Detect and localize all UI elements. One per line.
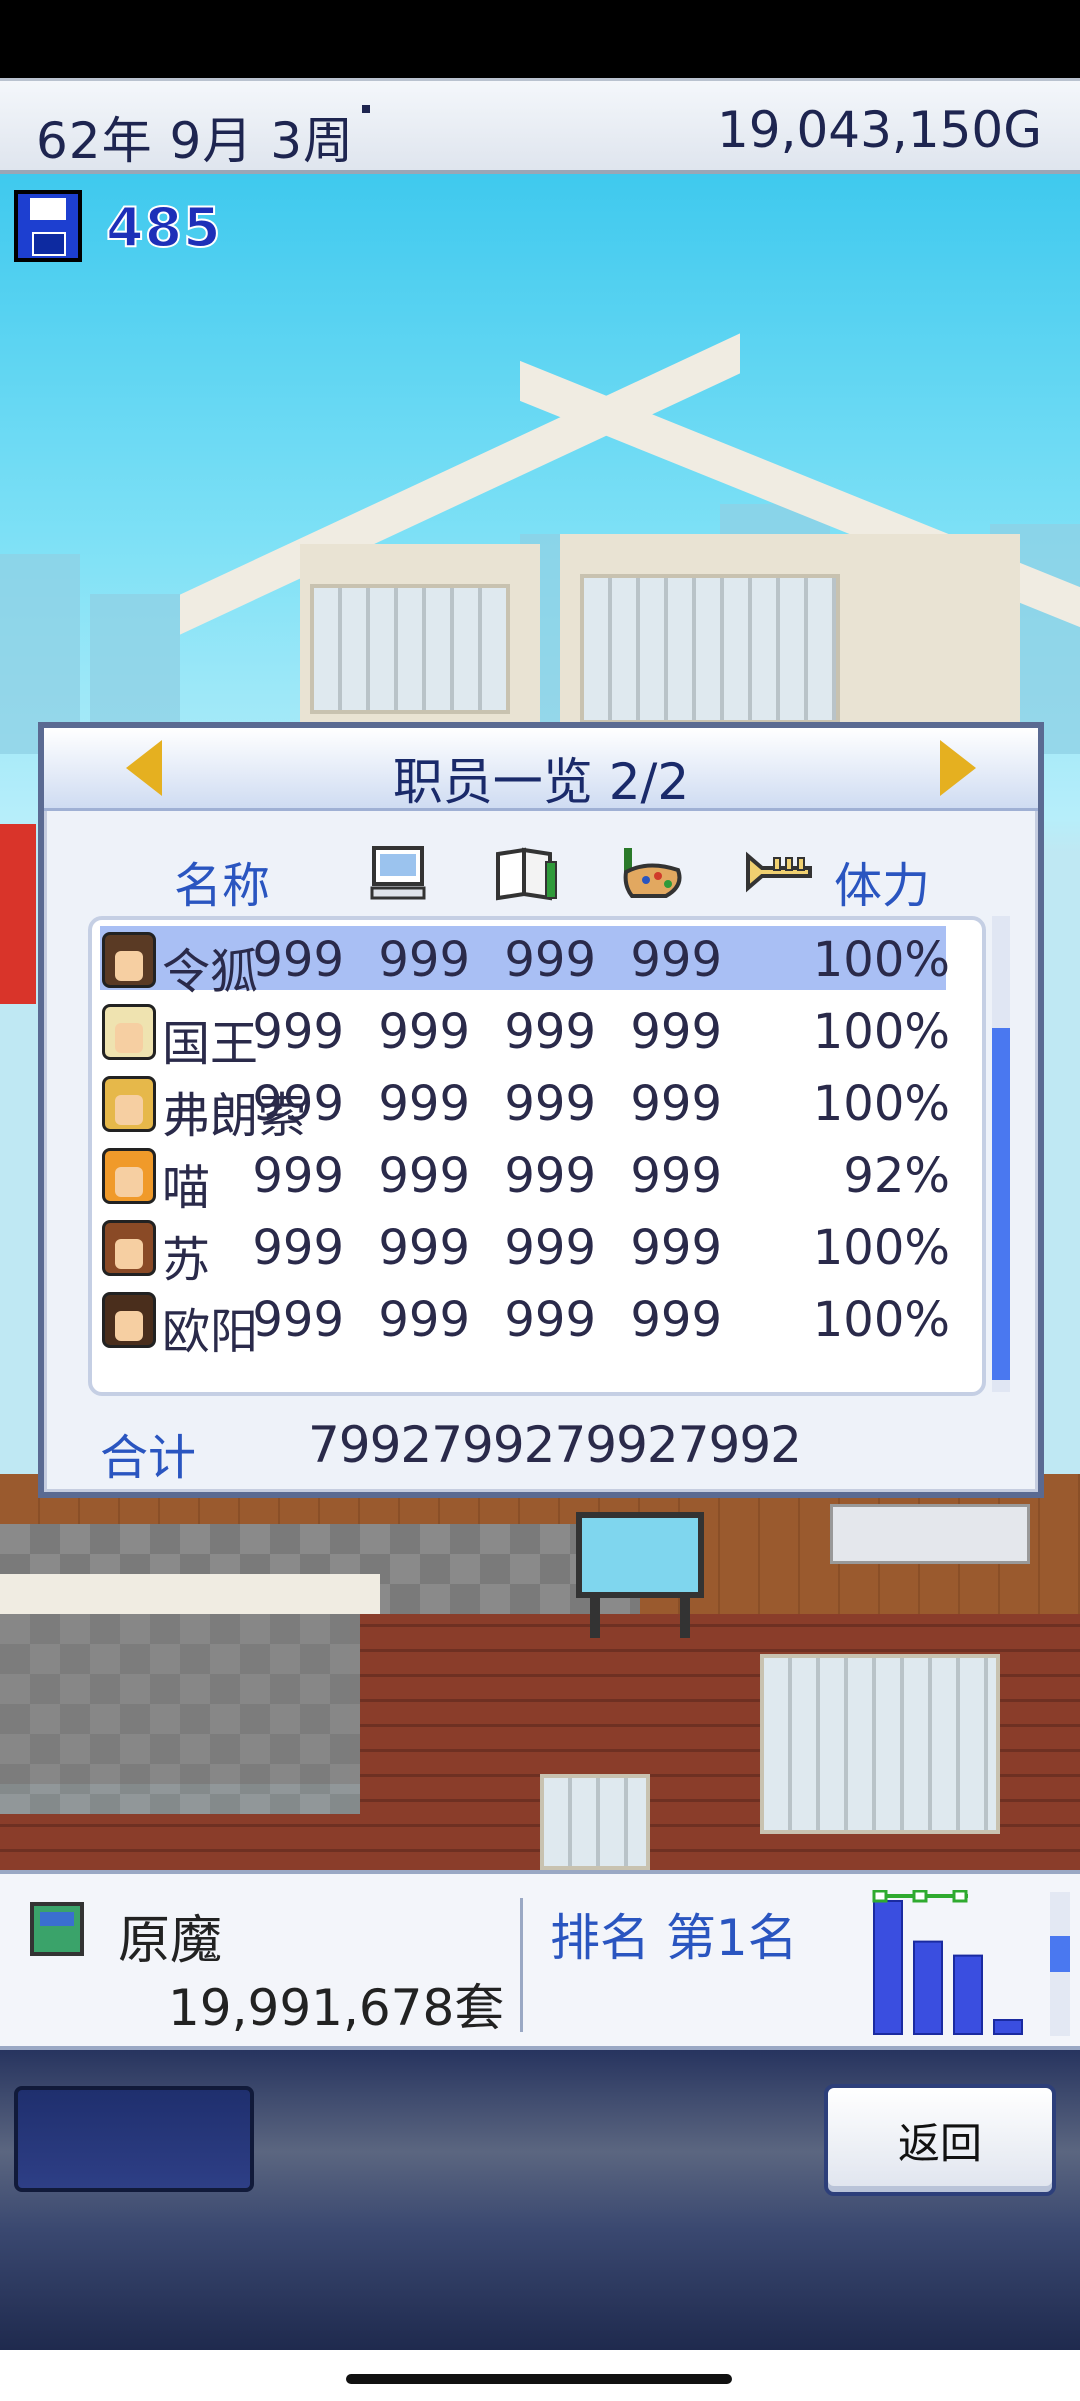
- menu-slot[interactable]: [14, 2086, 254, 2192]
- staff-avatar: [102, 1004, 156, 1060]
- staff-skill-value: 999: [504, 1292, 596, 1348]
- week-progress-dot: [362, 105, 370, 113]
- brick-wall: [0, 1814, 420, 1870]
- product-sales: 19,991,678套: [168, 1979, 505, 2037]
- money-amount: 19,043,150G: [716, 101, 1042, 159]
- game-cartridge-icon: [30, 1902, 84, 1956]
- staff-name: 喵: [162, 1160, 211, 1216]
- staff-avatar: [102, 1220, 156, 1276]
- building-window: [310, 584, 510, 714]
- staff-row[interactable]: 苏 999 999 999 999 100%: [100, 1214, 950, 1288]
- vending-machine: [0, 824, 36, 1004]
- ranking-marker: [872, 1890, 888, 1903]
- staff-name: 苏: [162, 1232, 211, 1288]
- staff-skill-value: 999: [252, 1292, 344, 1348]
- sales-mini-chart: [872, 1890, 1023, 2035]
- staff-skill-value: 999: [630, 1004, 722, 1060]
- staff-skill-value: 999: [504, 932, 596, 988]
- staff-stamina: 100%: [812, 1292, 950, 1348]
- staff-row[interactable]: 弗朗索 999 999 999 999 100%: [100, 1070, 950, 1144]
- staff-skill-value: 999: [252, 1004, 344, 1060]
- sales-bar: [993, 2019, 1023, 2035]
- book-icon[interactable]: [494, 842, 560, 902]
- staff-skill-value: 999: [252, 1148, 344, 1204]
- staff-skill-value: 999: [504, 1220, 596, 1276]
- column-header-name[interactable]: 名称: [174, 846, 270, 916]
- trumpet-icon[interactable]: [744, 842, 814, 902]
- sales-bar: [873, 1900, 903, 2035]
- top-info-bar: 62年 9月 3周 19,043,150G: [0, 78, 1080, 174]
- staff-stamina: 100%: [812, 1220, 950, 1276]
- staff-row[interactable]: 国王 999 999 999 999 100%: [100, 998, 950, 1072]
- staff-stamina: 100%: [812, 932, 950, 988]
- staff-stamina: 92%: [843, 1148, 950, 1204]
- staff-row[interactable]: 喵 999 999 999 999 92%: [100, 1142, 950, 1216]
- staff-stamina: 100%: [812, 1076, 950, 1132]
- staff-avatar: [102, 932, 156, 988]
- aquarium-leg: [680, 1598, 690, 1638]
- staff-avatar: [102, 1148, 156, 1204]
- next-page-arrow-icon[interactable]: [940, 740, 976, 796]
- lower-roof-edge: [0, 1574, 380, 1614]
- total-values: 7992799279927992: [308, 1416, 802, 1474]
- save-disk-icon: [14, 190, 82, 262]
- building-window: [760, 1654, 1000, 1834]
- column-header-stamina[interactable]: 体力: [834, 846, 930, 916]
- staff-skill-value: 999: [378, 1004, 470, 1060]
- status-bar: [0, 0, 1080, 78]
- aquarium: [576, 1512, 704, 1598]
- panel-divider: [520, 1898, 523, 2032]
- sales-bar: [913, 1940, 943, 2035]
- staff-skill-value: 999: [252, 1076, 344, 1132]
- staff-skill-value: 999: [504, 1004, 596, 1060]
- staff-skill-value: 999: [378, 1076, 470, 1132]
- navigation-bar: 返回: [0, 2050, 1080, 2350]
- staff-skill-value: 999: [630, 1076, 722, 1132]
- staff-skill-value: 999: [378, 932, 470, 988]
- staff-avatar: [102, 1076, 156, 1132]
- staff-row[interactable]: 令狐 999 999 999 999 100%: [100, 926, 950, 1000]
- building-window: [540, 1774, 650, 1870]
- panel-scrollbar-thumb[interactable]: [1050, 1936, 1070, 1972]
- ranking-label: 排名 第1名: [550, 1909, 798, 1967]
- staff-skill-value: 999: [252, 1220, 344, 1276]
- staff-skill-value: 999: [504, 1076, 596, 1132]
- desk: [830, 1504, 1030, 1564]
- aquarium-leg: [590, 1598, 600, 1638]
- staff-stamina: 100%: [812, 1004, 950, 1060]
- paint-palette-icon[interactable]: [618, 842, 688, 902]
- sales-bar: [953, 1954, 983, 2035]
- staff-avatar: [102, 1292, 156, 1348]
- staff-skill-value: 999: [378, 1292, 470, 1348]
- product-info-panel[interactable]: 原魔 19,991,678套 排名 第1名: [0, 1870, 1080, 2050]
- save-count: 485: [105, 195, 222, 260]
- back-button[interactable]: 返回: [824, 2084, 1056, 2196]
- building-window: [580, 574, 840, 724]
- staff-skill-value: 999: [504, 1148, 596, 1204]
- staff-skill-value: 999: [378, 1220, 470, 1276]
- computer-icon[interactable]: [370, 842, 426, 902]
- staff-skill-value: 999: [630, 932, 722, 988]
- staff-skill-value: 999: [630, 1220, 722, 1276]
- dialog-title: 职员一览 2/2: [392, 753, 690, 811]
- home-indicator[interactable]: [346, 2374, 732, 2384]
- staff-row[interactable]: 欧阳 999 999 999 999 100%: [100, 1286, 950, 1360]
- dialog-header: 职员一览 2/2: [44, 728, 1038, 811]
- ranking-marker: [912, 1890, 928, 1903]
- list-scrollbar-thumb[interactable]: [992, 1028, 1010, 1380]
- product-name: 原魔: [118, 1911, 223, 1971]
- ranking-marker: [952, 1890, 968, 1903]
- staff-skill-value: 999: [630, 1148, 722, 1204]
- staff-skill-value: 999: [378, 1148, 470, 1204]
- game-date: 62年 9月 3周: [36, 112, 355, 170]
- staff-list-dialog: 职员一览 2/2 名称 体力 合计 7992799279927992 令狐 999…: [38, 722, 1044, 1498]
- staff-skill-value: 999: [252, 932, 344, 988]
- staff-skill-value: 999: [630, 1292, 722, 1348]
- total-label: 合计: [100, 1430, 197, 1486]
